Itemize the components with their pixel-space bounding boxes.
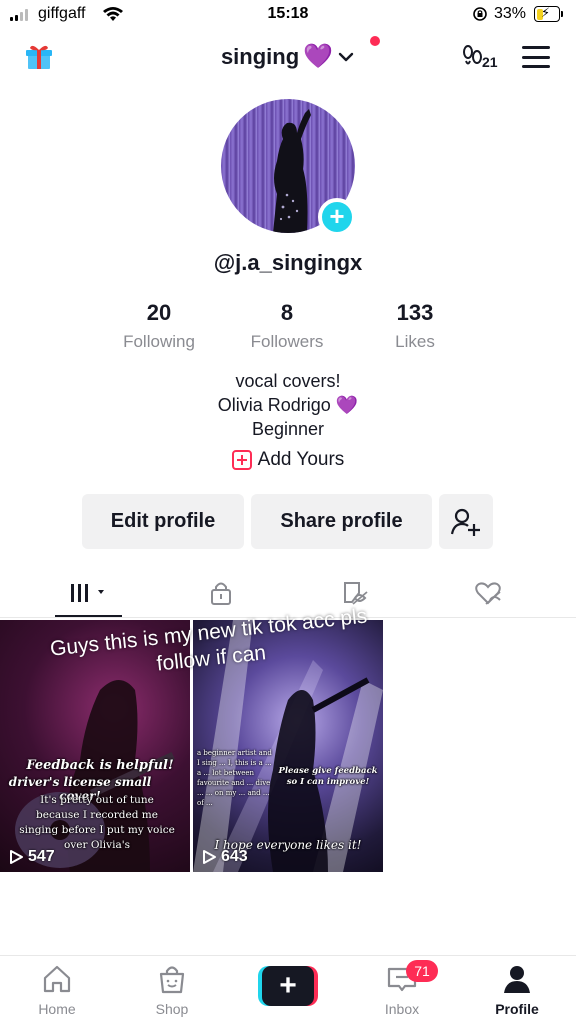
nav-shop[interactable]: Shop (127, 964, 217, 1017)
battery-percent: 33% (494, 5, 527, 22)
stat-value: 8 (280, 300, 294, 325)
play-icon (203, 850, 216, 864)
stat-label: Following (123, 332, 195, 351)
status-bar: giffgaff 15:18 33% ⚡ (0, 0, 576, 30)
inbox-badge: 71 (406, 960, 438, 982)
favorites-icon (344, 582, 368, 605)
shop-bag-icon (159, 966, 185, 994)
liked-heart-icon (475, 582, 501, 605)
rotation-lock-icon (473, 7, 487, 21)
footprints-icon (463, 45, 482, 65)
add-avatar-button[interactable]: + (318, 198, 356, 236)
add-yours-icon (231, 450, 252, 470)
tab-videos[interactable] (55, 568, 122, 618)
bio-line: Olivia Rodrigo 💜 (217, 395, 359, 415)
clock: 15:18 (267, 5, 309, 22)
view-count-value: 643 (221, 848, 248, 865)
active-tab-indicator (55, 615, 122, 617)
tab-liked[interactable] (463, 568, 513, 618)
bottom-nav: Home Shop + Inbox 71 Profile (0, 955, 576, 1024)
profile-handle: @j.a_singingx (213, 250, 363, 275)
view-count-value: 547 (28, 848, 55, 865)
stat-label: Followers (250, 332, 324, 351)
nav-profile-label: Profile (495, 1001, 539, 1017)
chevron-down-icon (338, 52, 354, 61)
profile-icon (504, 966, 530, 993)
profile-views-count: 21 (482, 54, 498, 70)
add-yours-label: Add Yours (257, 449, 345, 470)
add-yours-link[interactable]: Add Yours (0, 449, 576, 471)
plus-icon: + (262, 966, 314, 1006)
view-count: 643 (201, 848, 248, 866)
stat-label: Likes (395, 332, 435, 351)
nav-home-label: Home (38, 1001, 76, 1017)
menu-icon[interactable] (522, 46, 550, 68)
nav-shop-label: Shop (155, 1001, 189, 1017)
add-person-icon (451, 508, 480, 536)
grid-icon (70, 584, 104, 602)
bio-line: Beginner (251, 419, 325, 439)
video-overlay-right: Please give feedback so I can improve! (278, 766, 378, 787)
purple-heart-emoji: 💜 (303, 43, 334, 70)
view-count: 547 (8, 848, 55, 866)
header-username: singing (220, 43, 300, 69)
play-icon (10, 850, 23, 864)
home-icon (43, 965, 71, 993)
battery-icon: ⚡ (534, 5, 563, 22)
stat-followers[interactable]: 8 Followers (227, 300, 347, 352)
lock-icon (211, 582, 231, 605)
nav-home[interactable]: Home (12, 964, 102, 1017)
profile-views-button[interactable]: 21 (462, 44, 498, 70)
content-tabs (0, 568, 576, 618)
video-overlay-title: Feedback is helpful! (26, 758, 174, 773)
add-friends-button[interactable] (439, 494, 493, 549)
nav-inbox-label: Inbox (384, 1001, 420, 1017)
notification-dot (370, 36, 380, 46)
stat-value: 133 (396, 300, 434, 325)
stat-value: 20 (146, 300, 172, 325)
stat-likes[interactable]: 133 Likes (355, 300, 475, 352)
nav-profile[interactable]: Profile (472, 964, 562, 1017)
profile-bio: vocal covers! Olivia Rodrigo 💜 Beginner (0, 369, 576, 441)
profile-header: singing 💜 21 (0, 36, 576, 80)
tab-private[interactable] (196, 568, 246, 618)
stat-following[interactable]: 20 Following (99, 300, 219, 352)
edit-profile-button[interactable]: Edit profile (82, 494, 244, 549)
video-overlay-body: It's pretty out of tune because I record… (19, 794, 175, 851)
video-overlay-left: a beginner artist and I sing ... I, this… (197, 749, 272, 807)
create-button[interactable]: + (258, 966, 318, 1006)
share-profile-button[interactable]: Share profile (251, 494, 432, 549)
bio-line: vocal covers! (235, 371, 341, 391)
